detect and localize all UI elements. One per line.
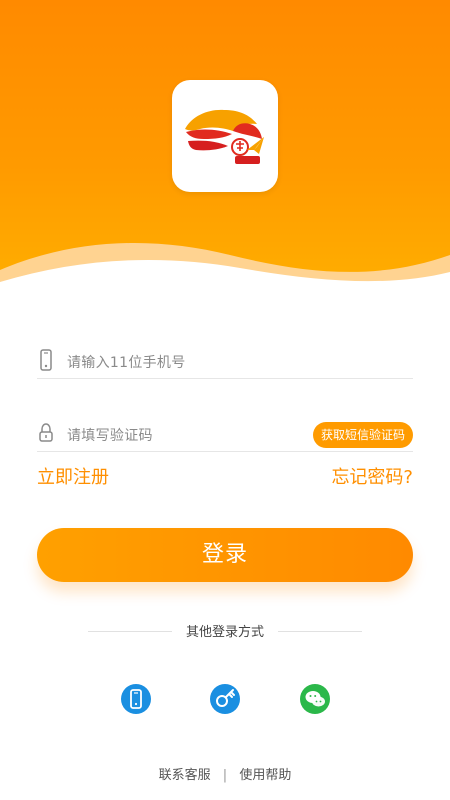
- wechat-login-button[interactable]: [300, 684, 330, 714]
- help-link[interactable]: 使用帮助: [239, 764, 291, 783]
- app-logo: [172, 80, 278, 192]
- divider-right: [278, 631, 362, 632]
- other-login-divider: 其他登录方式: [88, 621, 362, 641]
- phone-input-row[interactable]: 请输入11位手机号: [37, 344, 413, 379]
- code-input-row[interactable]: 请填写验证码 获取短信验证码: [37, 417, 413, 452]
- footer-separator: |: [222, 768, 228, 783]
- login-button[interactable]: 登录: [37, 528, 413, 582]
- wechat-login-icon: [305, 691, 325, 707]
- app-logo-icon: [185, 109, 264, 164]
- key-login-button[interactable]: [210, 684, 240, 714]
- header-wave: [0, 243, 450, 300]
- code-input-placeholder[interactable]: 请填写验证码: [67, 425, 153, 445]
- phone-input-placeholder[interactable]: 请输入11位手机号: [67, 352, 186, 372]
- phone-login-button[interactable]: [121, 684, 151, 714]
- get-sms-code-button[interactable]: 获取短信验证码: [312, 422, 413, 448]
- header-banner: [0, 0, 450, 300]
- lock-icon: [39, 423, 53, 442]
- register-link[interactable]: 立即注册: [37, 463, 109, 489]
- key-login-icon: [216, 689, 235, 707]
- forgot-password-link[interactable]: 忘记密码?: [331, 463, 413, 489]
- footer-links: 联系客服 | 使用帮助: [0, 764, 450, 784]
- contact-support-link[interactable]: 联系客服: [159, 764, 211, 783]
- phone-login-icon: [130, 689, 142, 709]
- mobile-phone-icon: [40, 349, 52, 371]
